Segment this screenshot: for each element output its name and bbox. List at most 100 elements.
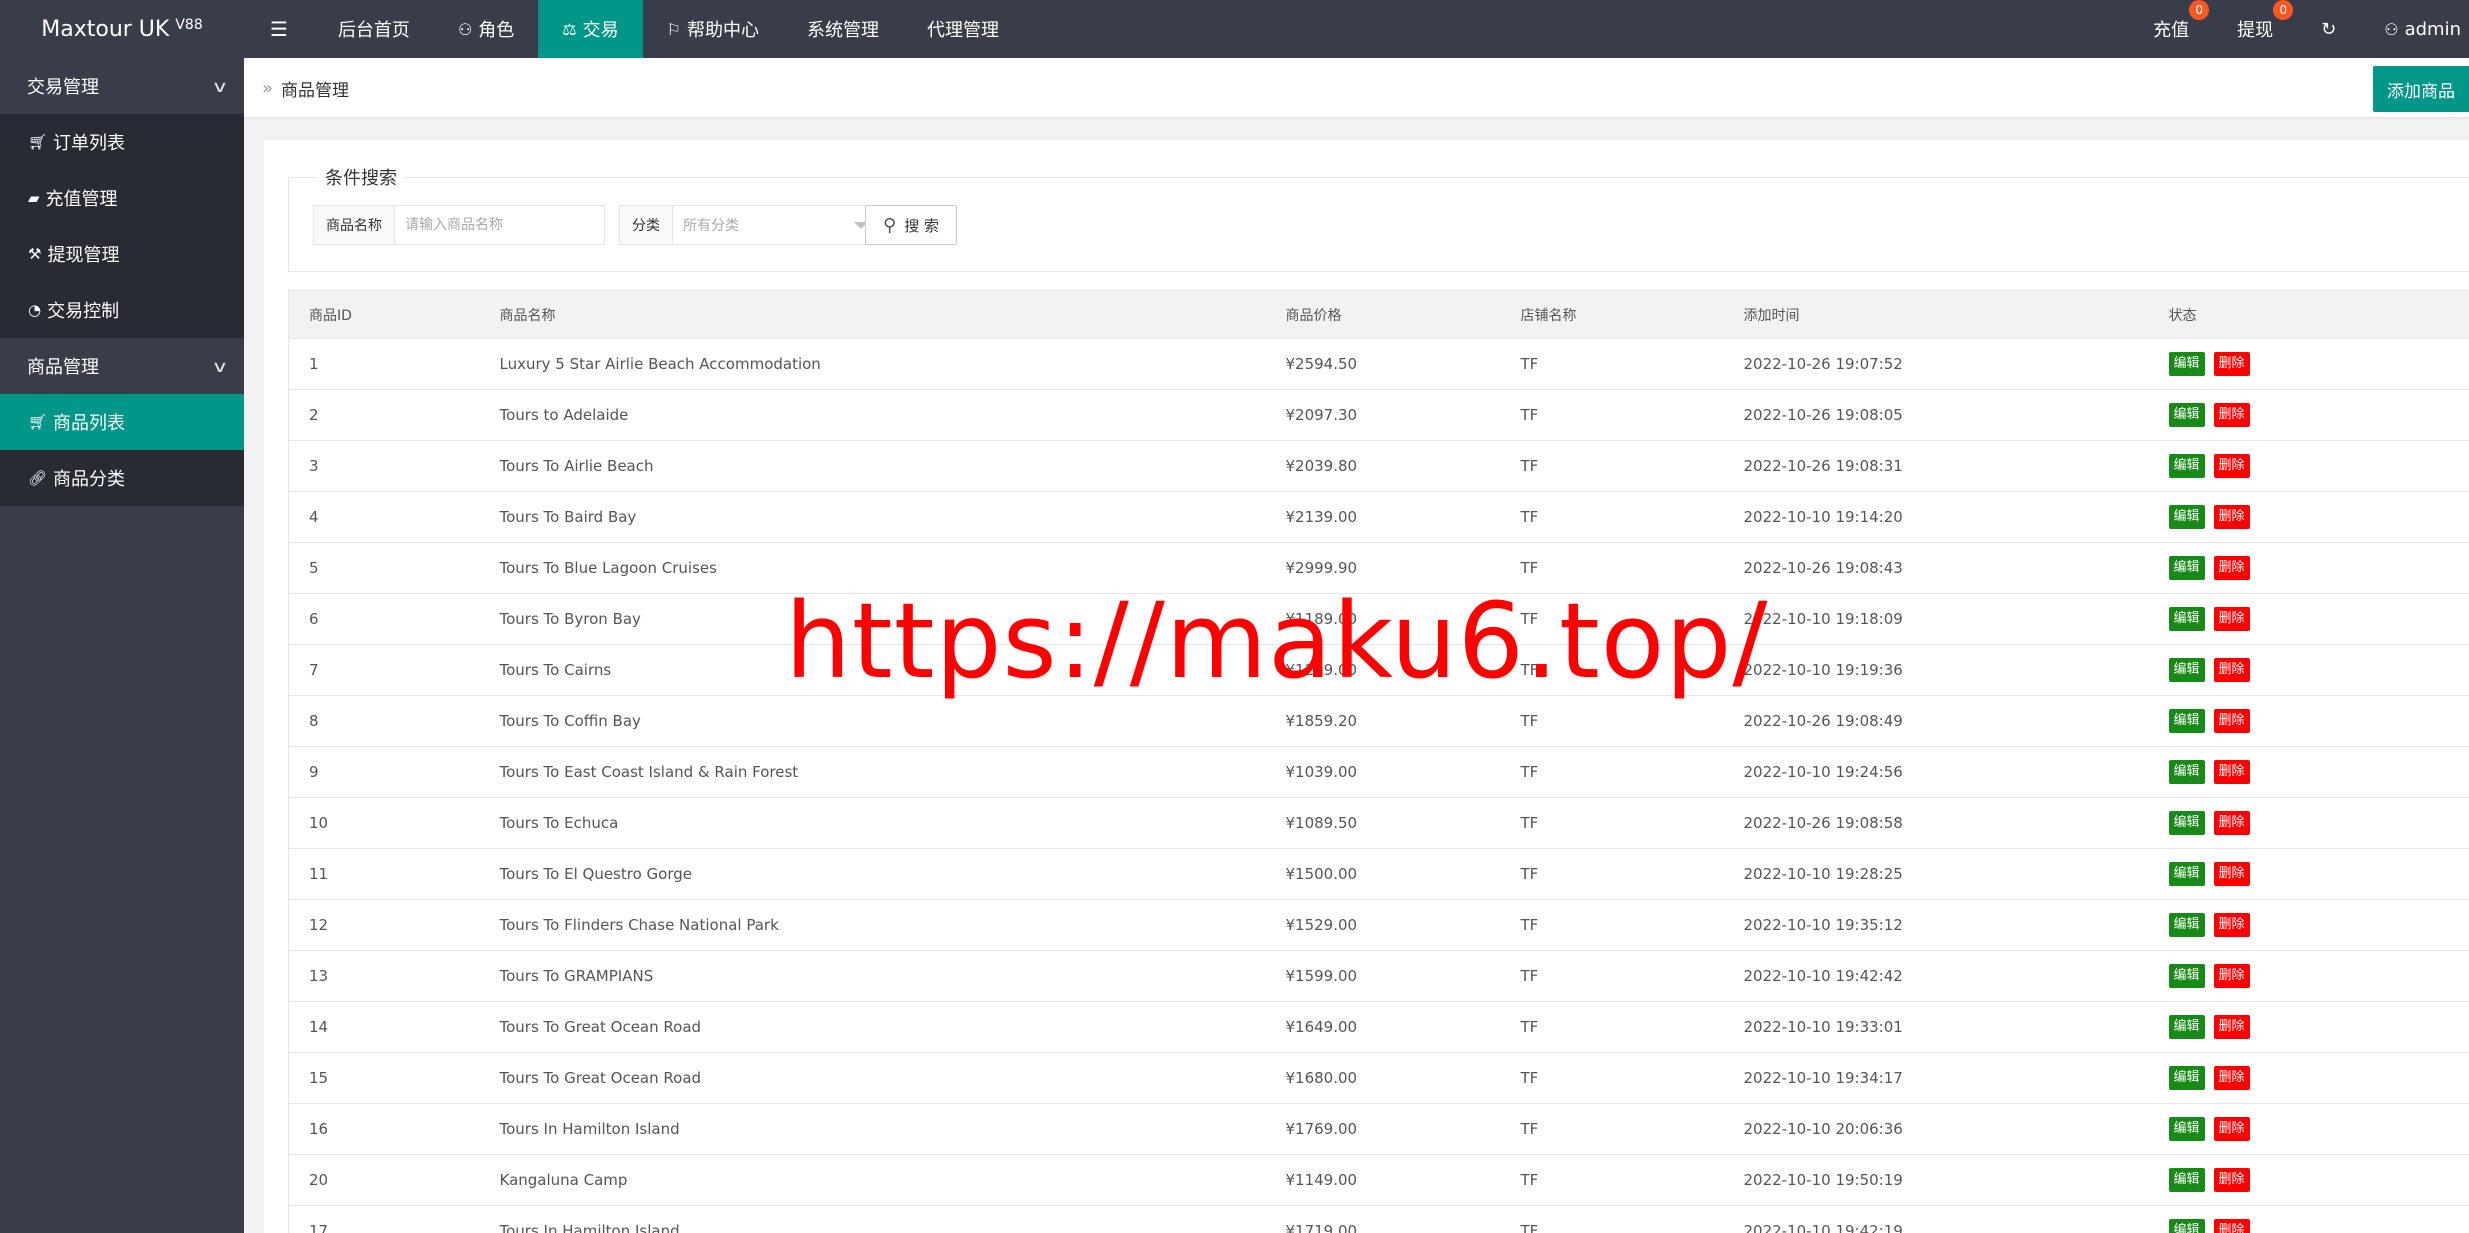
search-button[interactable]: ⚲ 搜 索 [865,205,957,245]
edit-button[interactable]: 编辑 [2168,709,2205,733]
edit-button[interactable]: 编辑 [2168,1168,2205,1192]
edit-button[interactable]: 编辑 [2168,760,2205,784]
menu-toggle-button[interactable]: ☰ [244,0,314,58]
sidebar-group-products[interactable]: 商品管理 ∨ [0,338,244,394]
cell-price: ¥2097.30 [1265,389,1501,441]
delete-button[interactable]: 删除 [2213,1015,2250,1039]
cell-id: 2 [288,389,480,441]
sidebar-submenu-products: 🛒︎ 商品列表 🔗︎ 商品分类 [0,394,244,506]
search-button-label: 搜 索 [904,216,939,235]
cell-time: 2022-10-10 19:42:42 [1723,950,2149,1002]
table-body: 1 Luxury 5 Star Airlie Beach Accommodatio… [288,338,2469,1233]
edit-button[interactable]: 编辑 [2168,1117,2205,1141]
cell-shop: TF [1500,695,1724,747]
delete-button[interactable]: 删除 [2213,403,2250,427]
edit-button[interactable]: 编辑 [2168,556,2205,580]
add-product-button[interactable]: 添加商品 [2373,66,2469,112]
cell-actions: 编辑 删除 [2148,1154,2469,1206]
edit-button[interactable]: 编辑 [2168,403,2205,427]
cell-price: ¥2139.00 [1265,491,1501,543]
edit-button[interactable]: 编辑 [2168,1015,2205,1039]
edit-button[interactable]: 编辑 [2168,1219,2205,1233]
sidebar-item-label: 提现管理 [47,245,120,266]
nav-dashboard[interactable]: 后台首页 [314,0,434,58]
delete-button[interactable]: 删除 [2213,505,2250,529]
app-logo[interactable]: Maxtour UK V88 [0,0,244,58]
cell-actions: 编辑 删除 [2148,593,2469,645]
table-row: 2 Tours to Adelaide ¥2097.30 TF 2022-10-26 1… [288,389,2469,441]
sidebar-item-label: 订单列表 [53,133,126,154]
cell-time: 2022-10-26 19:08:05 [1723,389,2149,441]
delete-button[interactable]: 删除 [2213,1168,2250,1192]
withdraw-link[interactable]: 提现 0 [2213,0,2297,58]
delete-button[interactable]: 删除 [2213,760,2250,784]
edit-button[interactable]: 编辑 [2168,811,2205,835]
delete-button[interactable]: 删除 [2213,811,2250,835]
search-icon: ⚲ [883,214,897,236]
cell-id: 6 [288,593,480,645]
sidebar-item-product-categories[interactable]: 🔗︎ 商品分类 [0,450,244,506]
recharge-link[interactable]: 充值 0 [2129,0,2213,58]
sidebar-item-product-list[interactable]: 🛒︎ 商品列表 [0,394,244,450]
edit-button[interactable]: 编辑 [2168,913,2205,937]
edit-button[interactable]: 编辑 [2168,352,2205,376]
edit-button[interactable]: 编辑 [2168,862,2205,886]
cell-name: Tours To East Coast Island & Rain Forest [479,746,1266,798]
user-name: admin [2404,18,2461,40]
sidebar-item-recharge[interactable]: ▰ 充值管理 [0,170,244,226]
nav-help-center[interactable]: ⚐ 帮助中心 [643,0,783,58]
cell-time: 2022-10-10 19:14:20 [1723,491,2149,543]
delete-button[interactable]: 删除 [2213,709,2250,733]
nav-system[interactable]: 系统管理 [783,0,903,58]
delete-button[interactable]: 删除 [2213,1219,2250,1233]
delete-button[interactable]: 删除 [2213,862,2250,886]
edit-button[interactable]: 编辑 [2168,454,2205,478]
sidebar: 交易管理 ∨ 🛒︎ 订单列表 ▰ 充值管理 ⚒ 提现管理 ◔ 交易控制 商品管理 ∨ 🛒… [0,58,244,1233]
delete-button[interactable]: 删除 [2213,1066,2250,1090]
cell-price: ¥1719.00 [1265,1205,1501,1233]
nav-label: 角色 [478,20,515,41]
nav-roles[interactable]: ⚇ 角色 [434,0,538,58]
delete-button[interactable]: 删除 [2213,556,2250,580]
edit-button[interactable]: 编辑 [2168,607,2205,631]
cell-id: 9 [288,746,480,798]
cell-time: 2022-10-10 19:24:56 [1723,746,2149,798]
user-menu[interactable]: ⚇ admin [2360,0,2469,58]
delete-button[interactable]: 删除 [2213,352,2250,376]
delete-button[interactable]: 删除 [2213,658,2250,682]
cell-price: ¥1599.00 [1265,950,1501,1002]
scale-icon: ⚖ [562,19,577,39]
nav-agents[interactable]: 代理管理 [903,0,1023,58]
delete-button[interactable]: 删除 [2213,913,2250,937]
link-icon: 🔗︎ [28,469,48,487]
sidebar-item-withdraw[interactable]: ⚒ 提现管理 [0,226,244,282]
sidebar-item-trade-control[interactable]: ◔ 交易控制 [0,282,244,338]
cell-name: Tours To El Questro Gorge [479,848,1266,900]
cell-id: 5 [288,542,480,594]
cell-price: ¥1149.00 [1265,1154,1501,1206]
edit-button[interactable]: 编辑 [2168,658,2205,682]
delete-button[interactable]: 删除 [2213,1117,2250,1141]
cell-name: Tours To Great Ocean Road [479,1001,1266,1053]
top-header: Maxtour UK V88 ☰ 后台首页 ⚇ 角色 ⚖ 交易 ⚐ 帮助中心 系统管理 … [0,0,2469,58]
cell-id: 10 [288,797,480,849]
edit-button[interactable]: 编辑 [2168,1066,2205,1090]
app-version: V88 [175,17,203,33]
sidebar-item-orders[interactable]: 🛒︎ 订单列表 [0,114,244,170]
nav-transactions[interactable]: ⚖ 交易 [538,0,643,58]
cell-time: 2022-10-10 19:28:25 [1723,848,2149,900]
sidebar-group-transactions[interactable]: 交易管理 ∨ [0,58,244,114]
refresh-button[interactable]: ↻ [2297,0,2360,58]
delete-button[interactable]: 删除 [2213,964,2250,988]
edit-button[interactable]: 编辑 [2168,964,2205,988]
category-select[interactable]: 所有分类 [673,206,854,244]
cell-time: 2022-10-10 19:19:36 [1723,644,2149,696]
product-table: 商品ID 商品名称 商品价格 店铺名称 添加时间 状态 1 Luxury 5 St… [288,290,2469,1233]
delete-button[interactable]: 删除 [2213,454,2250,478]
delete-button[interactable]: 删除 [2213,607,2250,631]
comment-icon: ▰ [28,189,40,207]
cell-actions: 编辑 删除 [2148,491,2469,543]
product-name-input[interactable] [395,206,604,244]
edit-button[interactable]: 编辑 [2168,505,2205,529]
cell-actions: 编辑 删除 [2148,1205,2469,1233]
